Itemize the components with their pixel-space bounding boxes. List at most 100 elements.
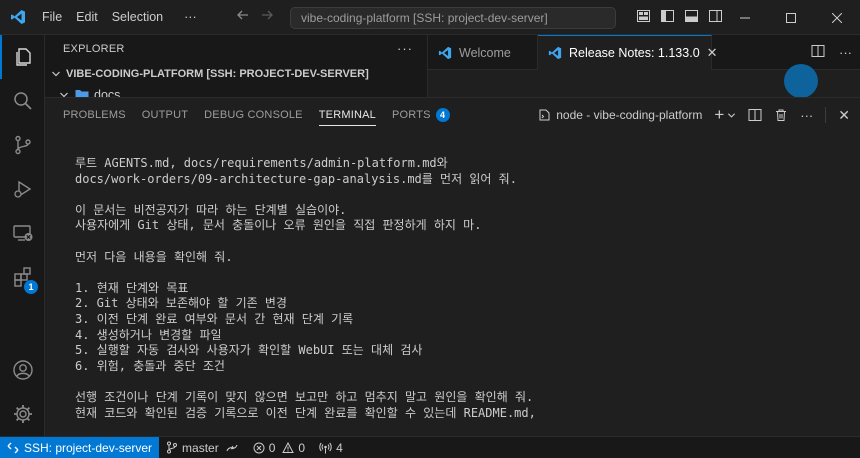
problems-status[interactable]: 0 0 [246, 437, 312, 458]
tab-welcome[interactable]: Welcome [428, 35, 538, 70]
more-actions-icon[interactable]: ··· [800, 108, 813, 123]
remote-icon [7, 442, 19, 454]
terminal-line: 사용자에게 Git 상태, 문서 충돌이나 오류 원인을 직접 판정하게 하지 … [75, 218, 482, 233]
terminal-line: 먼저 다음 내용을 확인해 줘. [75, 249, 233, 264]
toggle-secondary-sidebar-icon[interactable] [708, 9, 723, 26]
split-terminal-icon[interactable] [748, 108, 762, 122]
terminal-line: 2. Git 상태와 보존해야 할 기존 변경 [75, 296, 287, 311]
settings-gear-icon[interactable] [0, 392, 45, 436]
ports-count-badge: 4 [435, 108, 450, 122]
arrow-left-icon[interactable] [236, 8, 250, 27]
terminal-icon [537, 108, 551, 122]
tab-terminal[interactable]: TERMINAL [311, 98, 384, 132]
menu-edit[interactable]: Edit [69, 0, 105, 35]
terminal-line: docs/work-orders/09-architecture-gap-ana… [75, 171, 517, 186]
close-icon[interactable] [814, 0, 860, 35]
tab-ports-label: PORTS [391, 109, 431, 121]
terminal-line: 1. 현재 단계와 목표 [75, 280, 189, 295]
remote-indicator[interactable]: SSH: project-dev-server [0, 436, 160, 458]
error-icon [253, 442, 265, 454]
toggle-panel-icon[interactable] [684, 9, 699, 26]
tab-release-notes[interactable]: Release Notes: 1.133.0 ✕ [538, 35, 718, 70]
tab-problems[interactable]: PROBLEMS [55, 98, 134, 132]
chevron-down-icon [728, 112, 736, 118]
plus-glyph: + [714, 105, 725, 124]
terminal-line: 이 문서는 비전공자가 따라 하는 단계별 실습이야. [75, 202, 347, 217]
workspace-root-folder[interactable]: VIBE-CODING-PLATFORM [SSH: PROJECT-DEV-S… [45, 63, 427, 85]
release-notes-graphic [784, 64, 818, 97]
more-actions-icon[interactable]: ··· [839, 45, 852, 60]
editor-actions: ··· [811, 35, 852, 70]
arrow-right-icon[interactable] [260, 8, 274, 27]
extensions-icon[interactable]: 1 [0, 255, 45, 299]
tab-output[interactable]: OUTPUT [134, 98, 196, 132]
remote-explorer-icon[interactable] [0, 211, 45, 255]
close-tab-icon[interactable]: ✕ [707, 45, 718, 61]
menu-more[interactable]: ··· [170, 0, 204, 35]
terminal-line: 6. 위험, 충돌과 중단 조건 [75, 358, 225, 373]
explorer-sidebar: EXPLORER ··· VIBE-CODING-PLATFORM [SSH: … [45, 35, 428, 97]
terminal-line: 선행 조건이나 단계 기록이 맞지 않으면 보고만 하고 멈추지 말고 원인을 … [75, 389, 534, 404]
tab-debug-console[interactable]: DEBUG CONSOLE [196, 98, 311, 132]
tab-ports[interactable]: PORTS 4 [384, 98, 458, 132]
search-icon[interactable] [0, 79, 45, 123]
editor-content [428, 64, 860, 97]
panel-tab-bar: PROBLEMS OUTPUT DEBUG CONSOLE TERMINAL P… [45, 98, 860, 132]
run-debug-icon[interactable] [0, 167, 45, 211]
vscode-logo-icon [438, 46, 452, 60]
git-branch-icon [166, 441, 178, 454]
terminal-output[interactable]: › 루트 AGENTS.md, docs/requirements/admin-… [63, 156, 847, 437]
vscode-logo-icon [548, 46, 562, 60]
panel-actions: node - vibe-coding-platform + ··· ✕ [537, 98, 850, 132]
layout-controls [636, 0, 723, 35]
ports-count: 4 [336, 440, 343, 455]
toggle-primary-sidebar-icon[interactable] [660, 9, 675, 26]
terminal-name: node - vibe-coding-platform [556, 108, 703, 122]
menu-bar: File Edit Selection ··· [35, 0, 204, 35]
tab-label: Release Notes: 1.133.0 [569, 46, 700, 60]
tree-item-docs[interactable]: docs [45, 85, 427, 97]
menu-file[interactable]: File [35, 0, 69, 35]
broadcast-icon [319, 442, 332, 454]
terminal-line: 루트 AGENTS.md, docs/requirements/admin-pl… [75, 156, 448, 170]
warning-icon [282, 441, 295, 454]
customize-layout-icon[interactable] [636, 9, 651, 26]
git-branch[interactable]: master [159, 437, 246, 458]
command-center-search[interactable]: vibe-coding-platform [SSH: project-dev-s… [290, 7, 616, 29]
title-bar: File Edit Selection ··· vibe-coding-plat… [0, 0, 860, 35]
explorer-icon[interactable] [0, 35, 45, 79]
status-bar: SSH: project-dev-server master 0 0 4 [0, 436, 860, 458]
navigation-controls [236, 0, 274, 35]
split-editor-icon[interactable] [811, 44, 825, 61]
explorer-title: EXPLORER [63, 43, 125, 55]
minimize-icon[interactable] [722, 0, 768, 35]
tree-item-label: docs [94, 88, 121, 97]
error-count: 0 [268, 440, 276, 455]
tab-label: Welcome [459, 45, 511, 60]
new-terminal-icon[interactable]: + [714, 105, 736, 124]
panel-divider [825, 107, 827, 123]
maximize-icon[interactable] [768, 0, 814, 35]
editor-group: Welcome Release Notes: 1.133.0 ✕ ··· [428, 35, 860, 97]
forwarded-ports-status[interactable]: 4 [312, 437, 350, 458]
terminal-line: 4. 생성하거나 변경할 파일 [75, 327, 222, 342]
trash-icon[interactable] [774, 108, 788, 122]
vscode-logo-icon [0, 0, 35, 35]
warning-count: 0 [298, 440, 306, 455]
account-icon[interactable] [0, 348, 45, 392]
activity-bar: 1 [0, 35, 45, 436]
terminal-line: 3. 이전 단계 완료 여부와 문서 간 현재 단계 기록 [75, 311, 354, 326]
close-panel-icon[interactable]: ✕ [838, 107, 850, 124]
sync-icon[interactable] [225, 442, 239, 454]
explorer-more-actions[interactable]: ··· [397, 41, 413, 56]
bottom-panel: PROBLEMS OUTPUT DEBUG CONSOLE TERMINAL P… [45, 97, 860, 436]
menu-selection[interactable]: Selection [105, 0, 170, 35]
terminal-line: 현재 코드와 확인된 검증 기록으로 이전 단계 완료를 확인할 수 있는데 R… [75, 405, 536, 420]
window-controls [722, 0, 860, 35]
source-control-icon[interactable] [0, 123, 45, 167]
terminal-selector[interactable]: node - vibe-coding-platform [537, 108, 702, 122]
